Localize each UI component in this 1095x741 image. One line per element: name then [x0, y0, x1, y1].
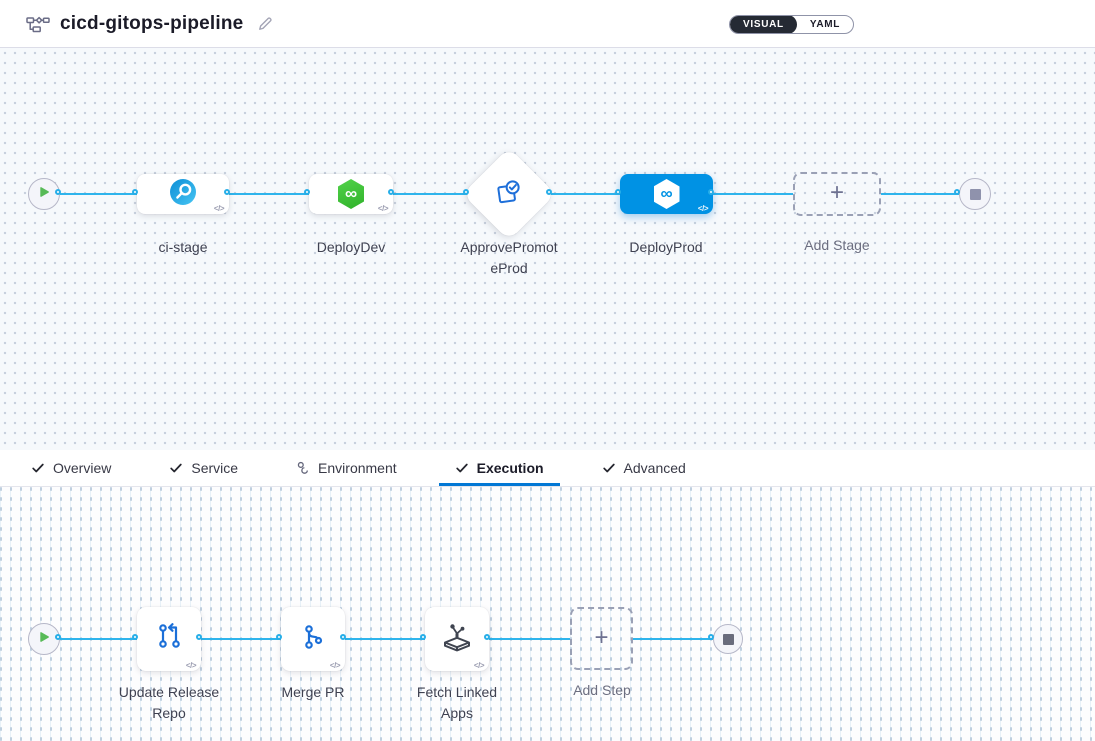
tab-service[interactable]: Service — [153, 450, 254, 486]
toggle-visual-button[interactable]: VISUAL — [730, 15, 797, 34]
stage-label: DeployDev — [276, 237, 426, 258]
stage-node-ci-stage[interactable]: </> — [137, 174, 229, 214]
add-stage-label: Add Stage — [762, 235, 912, 256]
tab-advanced[interactable]: Advanced — [586, 450, 702, 486]
connector-line — [633, 638, 713, 640]
fetch-linked-apps-icon — [440, 620, 474, 659]
connector-point[interactable] — [132, 189, 138, 195]
connector-line — [345, 638, 425, 640]
tab-environment[interactable]: Environment — [280, 450, 413, 486]
pipeline-title: cicd-gitops-pipeline — [60, 13, 243, 35]
check-icon — [455, 461, 469, 475]
connector-line — [881, 193, 959, 195]
connector-point[interactable] — [132, 634, 138, 640]
code-icon: </> — [214, 204, 224, 213]
cd-deploy-stage-icon: ∞ — [654, 179, 680, 209]
play-icon — [38, 630, 50, 648]
connector-line — [393, 193, 468, 195]
connector-point[interactable] — [224, 189, 230, 195]
connector-point[interactable] — [615, 189, 621, 195]
code-icon: </> — [330, 661, 340, 670]
plus-icon: + — [830, 181, 844, 205]
cd-deploy-stage-icon: ∞ — [338, 179, 364, 209]
merge-pr-icon — [297, 621, 329, 658]
connector-point[interactable] — [463, 189, 469, 195]
connector-point[interactable] — [708, 634, 714, 640]
connector-line — [60, 193, 137, 195]
stage-node-deploydev[interactable]: ∞ </> — [309, 174, 393, 214]
step-node-merge-pr[interactable]: </> — [281, 607, 345, 671]
view-mode-toggle: VISUAL YAML — [729, 15, 854, 34]
tab-label: Environment — [318, 460, 397, 476]
stage-node-approvepromoteprod[interactable] — [462, 147, 555, 240]
connector-point[interactable] — [420, 634, 426, 640]
plus-icon: + — [594, 626, 608, 650]
edit-pencil-icon[interactable] — [257, 15, 274, 32]
add-stage-button[interactable]: + — [793, 172, 881, 216]
stage-node-deployprod[interactable]: ∞ </> — [620, 174, 713, 214]
connector-line — [489, 638, 570, 640]
update-release-repo-icon — [153, 621, 185, 658]
connector-line — [713, 193, 793, 195]
code-icon: </> — [474, 661, 484, 670]
stop-icon — [723, 634, 734, 645]
connector-line — [551, 193, 620, 195]
tab-label: Advanced — [624, 460, 686, 476]
pipeline-flowchart-icon — [26, 14, 50, 34]
toggle-yaml-button[interactable]: YAML — [797, 15, 853, 34]
play-icon — [38, 185, 50, 203]
code-icon: </> — [698, 204, 708, 213]
connector-point[interactable] — [304, 189, 310, 195]
execution-graph-canvas[interactable]: </> </> </> — [0, 487, 1095, 741]
step-label: Update Release Repo — [94, 682, 244, 724]
connector-point[interactable] — [55, 634, 61, 640]
connector-line — [60, 638, 137, 640]
tab-execution[interactable]: Execution — [439, 450, 560, 486]
add-step-label: Add Step — [527, 680, 677, 701]
add-step-button[interactable]: + — [570, 607, 633, 670]
connector-point[interactable] — [708, 189, 714, 195]
connector-point[interactable] — [954, 189, 960, 195]
check-icon — [602, 461, 616, 475]
environment-progress-icon — [296, 461, 310, 475]
stage-label: ApprovePromot eProd — [434, 237, 584, 279]
connector-point[interactable] — [484, 634, 490, 640]
execution-end-node — [713, 624, 743, 654]
connector-point[interactable] — [55, 189, 61, 195]
pipeline-end-node — [959, 178, 991, 210]
step-label: Merge PR — [238, 682, 388, 703]
code-icon: </> — [186, 661, 196, 670]
stage-config-tabbar: Overview Service Environment Execution A… — [0, 450, 1095, 487]
step-label: Fetch Linked Apps — [382, 682, 532, 724]
connector-line — [229, 193, 309, 195]
connector-point[interactable] — [546, 189, 552, 195]
tab-label: Service — [191, 460, 238, 476]
stop-icon — [970, 189, 981, 200]
connector-point[interactable] — [340, 634, 346, 640]
tab-label: Execution — [477, 460, 544, 476]
tab-overview[interactable]: Overview — [15, 450, 127, 486]
step-node-fetch-linked-apps[interactable]: </> — [425, 607, 489, 671]
stage-graph-canvas[interactable]: </> ∞ </> ∞ </> + ci-stage — [0, 48, 1095, 450]
tab-label: Overview — [53, 460, 111, 476]
connector-point[interactable] — [196, 634, 202, 640]
connector-point[interactable] — [276, 634, 282, 640]
connector-point[interactable] — [388, 189, 394, 195]
check-icon — [31, 461, 45, 475]
stage-label: ci-stage — [108, 237, 258, 258]
ci-build-stage-icon — [168, 177, 198, 212]
step-node-update-release-repo[interactable]: </> — [137, 607, 201, 671]
header: cicd-gitops-pipeline VISUAL YAML — [0, 0, 1095, 48]
approval-stage-icon — [494, 177, 524, 212]
stage-label: DeployProd — [591, 237, 741, 258]
connector-line — [201, 638, 281, 640]
check-icon — [169, 461, 183, 475]
code-icon: </> — [378, 204, 388, 213]
